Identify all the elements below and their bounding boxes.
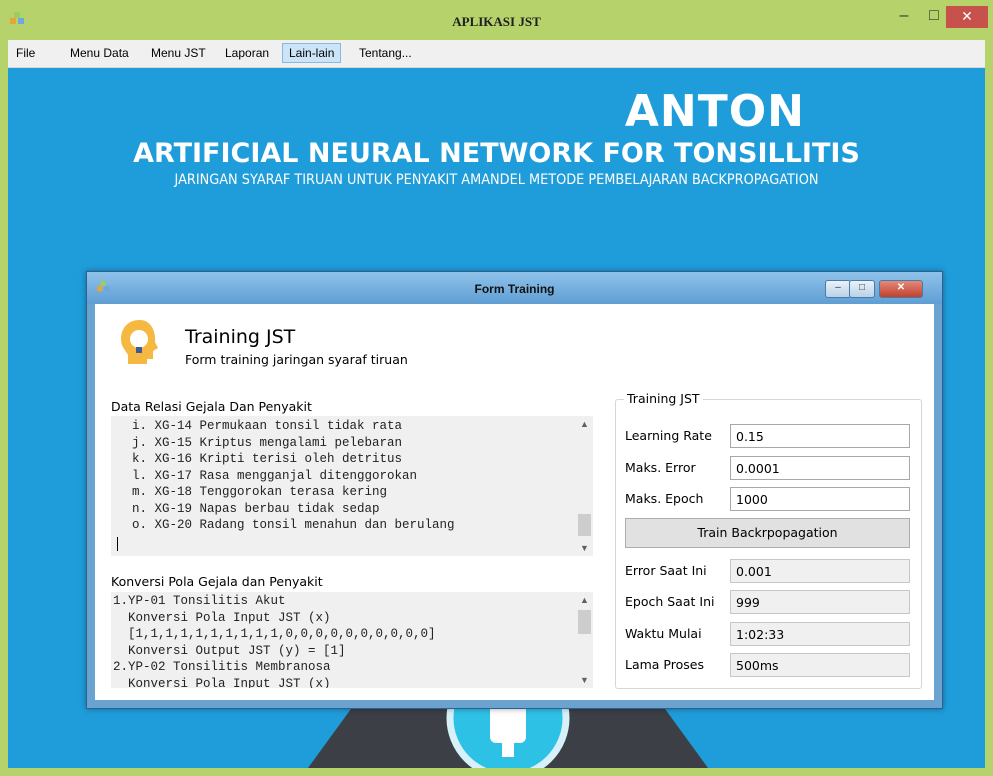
scroll-thumb[interactable] [578,610,591,634]
training-groupbox: Training JST Learning Rate 0.15 Maks. Er… [615,391,922,689]
duration-label: Lama Proses [625,657,704,672]
learning-rate-input[interactable]: 0.15 [730,424,910,448]
form-close-button[interactable]: ✕ [879,280,923,298]
banner-title: ARTIFICIAL NEURAL NETWORK FOR TONSILLITI… [133,138,860,169]
max-error-input[interactable]: 0.0001 [730,456,910,480]
konversi-line: Konversi Pola Input JST (x) [113,610,331,625]
train-backpropagation-button[interactable]: Train Backrpopagation [625,518,910,548]
relasi-scrollbar[interactable]: ▲ ▼ [576,416,593,556]
maximize-button[interactable]: □ [920,6,948,28]
learning-rate-label: Learning Rate [625,428,712,443]
max-error-label: Maks. Error [625,460,696,475]
menu-jst[interactable]: Menu JST [145,44,212,62]
form-training-window: Form Training – □ ✕ Training JST Form tr… [86,271,943,709]
close-button[interactable]: ✕ [946,6,988,28]
banner-subtitle: JARINGAN SYARAF TIRUAN UNTUK PENYAKIT AM… [174,172,819,188]
relasi-line: l. XG-17 Rasa mengganjal ditenggorokan [117,468,418,483]
konversi-scrollbar[interactable]: ▲ ▼ [576,592,593,688]
relasi-line: o. XG-20 Radang tonsil menahun dan berul… [117,518,455,532]
mdi-client-area: ANTON ARTIFICIAL NEURAL NETWORK FOR TONS… [8,68,985,768]
error-now-label: Error Saat Ini [625,563,707,578]
menu-tentang[interactable]: Tentang... [353,44,418,62]
relasi-line: j. XG-15 Kriptus mengalami pelebaran [117,435,403,450]
scroll-up-icon[interactable]: ▲ [576,416,593,432]
lightbulb-head-icon [121,320,158,364]
konversi-line: 2.YP-02 Tonsilitis Membranosa [113,660,331,674]
minimize-button[interactable]: – [890,6,918,28]
menu-lain-lain[interactable]: Lain-lain [282,43,342,63]
text-caret [117,537,118,552]
konversi-line: Konversi Pola Input JST (x) [113,676,331,689]
max-epoch-input[interactable]: 1000 [730,487,910,511]
menu-file[interactable]: File [10,44,41,62]
main-window: APLIKASI JST – □ ✕ File Menu Data Menu J… [0,0,993,776]
max-epoch-label: Maks. Epoch [625,491,704,506]
duration-field: 500ms [730,653,910,677]
form-title: Form Training [474,282,555,296]
epoch-now-label: Epoch Saat Ini [625,594,715,609]
menu-data[interactable]: Menu Data [64,44,135,62]
relasi-line: k. XG-16 Kripti terisi oleh detritus [117,452,403,466]
menu-bar: File Menu Data Menu JST Laporan Lain-lai… [8,40,985,68]
page-subtitle: Form training jaringan syaraf tiruan [185,352,408,367]
konversi-textbox[interactable]: 1.YP-01 Tonsilitis Akut Konversi Pola In… [111,592,593,688]
scroll-thumb[interactable] [578,514,591,536]
relasi-line: m. XG-18 Tenggorokan terasa kering [117,485,388,499]
training-group-label: Training JST [624,391,703,406]
relasi-label: Data Relasi Gejala Dan Penyakit [111,399,312,414]
menu-laporan[interactable]: Laporan [219,44,275,62]
konversi-label: Konversi Pola Gejala dan Penyakit [111,574,323,589]
scroll-up-icon[interactable]: ▲ [576,592,593,608]
window-title: APLIKASI JST [452,14,541,29]
banner-name: ANTON [624,86,805,137]
start-time-field: 1:02:33 [730,622,910,646]
konversi-line: 1.YP-01 Tonsilitis Akut [113,594,286,608]
form-minimize-button[interactable]: – [825,280,851,298]
epoch-now-field: 999 [730,590,910,614]
start-time-label: Waktu Mulai [625,626,702,641]
konversi-line: Konversi Output JST (y) = [1] [113,643,346,658]
error-now-field: 0.001 [730,559,910,583]
relasi-textbox[interactable]: i. XG-14 Permukaan tonsil tidak rata j. … [111,416,593,556]
form-maximize-button[interactable]: □ [849,280,875,298]
konversi-line: [1,1,1,1,1,1,1,1,1,1,0,0,0,0,0,0,0,0,0,0… [113,627,436,641]
relasi-line: n. XG-19 Napas berbau tidak sedap [117,501,380,516]
title-bar: APLIKASI JST – □ ✕ [0,0,993,40]
page-title: Training JST [185,326,296,348]
scroll-down-icon[interactable]: ▼ [576,672,593,688]
scroll-down-icon[interactable]: ▼ [576,540,593,556]
form-title-bar: Form Training – □ ✕ [87,272,942,304]
relasi-line: i. XG-14 Permukaan tonsil tidak rata [117,419,403,433]
form-body: Training JST Form training jaringan syar… [95,304,934,700]
